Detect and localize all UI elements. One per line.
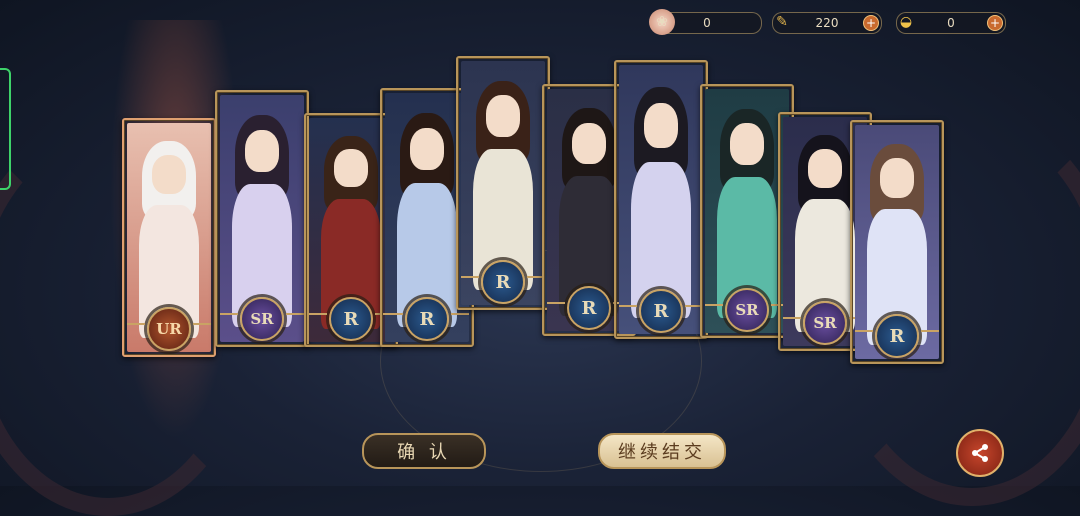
badge-ornament <box>705 304 723 316</box>
badge-ornament <box>127 323 145 335</box>
rarity-badge: R <box>547 286 631 330</box>
badge-ornament <box>783 317 801 329</box>
badge-ornament <box>619 305 637 317</box>
character-face <box>245 129 279 172</box>
rarity-badge: UR <box>127 307 211 351</box>
share-icon <box>972 444 988 462</box>
confirm-button[interactable]: 确 认 <box>362 433 486 469</box>
badge-ornament <box>286 313 304 325</box>
character-card[interactable]: SR <box>215 90 309 347</box>
badge-ornament <box>461 276 479 288</box>
rarity-badge: SR <box>705 288 789 332</box>
character-face <box>880 157 914 198</box>
rarity-badge: R <box>619 289 703 333</box>
character-face <box>152 155 186 194</box>
add-ingot-button[interactable]: + <box>987 15 1003 31</box>
currency-ingot: ◒ 0 + <box>896 12 1006 34</box>
rarity-badge: SR <box>220 297 304 341</box>
badge-ornament <box>855 330 873 342</box>
character-card[interactable]: R <box>614 60 708 339</box>
add-feather-button[interactable]: + <box>863 15 879 31</box>
badge-ornament <box>193 323 211 335</box>
badge-ornament <box>547 302 565 314</box>
currency-token: ❀ 0 <box>649 9 762 35</box>
character-card[interactable]: R <box>456 56 550 310</box>
character-card[interactable]: UR <box>122 118 216 357</box>
rarity-badge: R <box>461 260 545 304</box>
character-face <box>808 149 842 188</box>
character-face <box>334 149 368 188</box>
character-face <box>730 123 764 165</box>
badge-ornament <box>921 330 939 342</box>
character-card[interactable]: R <box>850 120 944 364</box>
currency-feather: ✎ 220 + <box>772 12 882 34</box>
badge-ornament <box>220 313 238 325</box>
badge-ornament <box>385 313 403 325</box>
character-face <box>572 122 606 164</box>
badge-ornament <box>451 313 469 325</box>
rarity-badge: R <box>309 297 393 341</box>
share-button[interactable] <box>956 429 1004 477</box>
currency-token-value: 0 <box>703 16 711 30</box>
continue-button[interactable]: 继续结交 <box>598 433 726 469</box>
rarity-badge: R <box>385 297 469 341</box>
rarity-badge: R <box>855 314 939 358</box>
side-tab[interactable] <box>0 68 11 190</box>
badge-ornament <box>309 313 327 325</box>
character-face <box>410 127 444 171</box>
character-face <box>644 102 678 149</box>
character-face <box>486 95 520 137</box>
rarity-badge: SR <box>783 301 867 345</box>
